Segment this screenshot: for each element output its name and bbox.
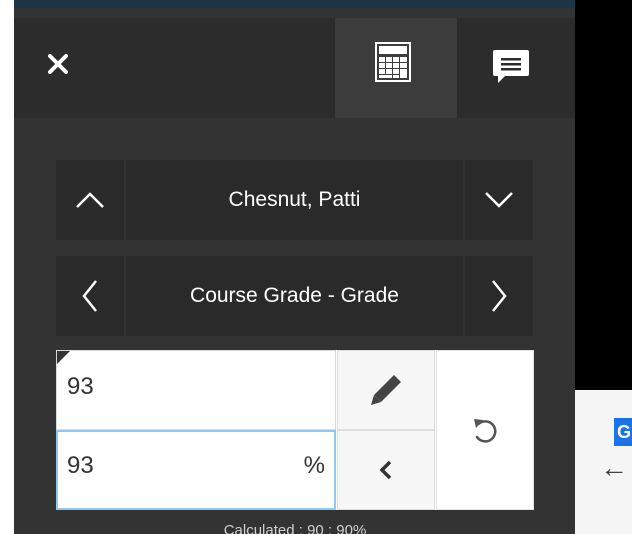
edit-grade-button[interactable] <box>337 350 435 430</box>
percent-unit: % <box>303 452 325 479</box>
close-icon <box>48 54 68 74</box>
chevron-up-icon <box>76 192 104 208</box>
reset-grade-button[interactable] <box>436 350 534 510</box>
student-navigator: Chesnut, Patti <box>56 160 533 240</box>
browser-back-arrow-icon[interactable]: ← <box>600 448 632 488</box>
comment-icon <box>493 50 529 83</box>
close-button[interactable] <box>38 44 78 84</box>
undo-icon <box>474 419 497 443</box>
student-name: Chesnut, Patti <box>126 160 463 240</box>
calculator-icon <box>375 42 411 82</box>
app-header-strip <box>14 0 575 8</box>
chevron-right-icon <box>492 280 507 312</box>
grade-item-navigator: Course Grade - Grade <box>56 256 533 336</box>
comment-button[interactable] <box>489 44 533 88</box>
previous-student-button[interactable] <box>56 160 124 240</box>
background-tab-badge[interactable]: G <box>614 418 632 446</box>
percent-input[interactable]: 93 % <box>56 430 336 510</box>
grading-panel: Chesnut, Patti Course Grade - Grade 93 9… <box>14 8 575 534</box>
pencil-icon <box>371 375 401 405</box>
chevron-left-icon <box>82 280 97 312</box>
chevron-left-icon <box>379 460 392 480</box>
page-margin <box>0 0 14 534</box>
grade-item-title: Course Grade - Grade <box>126 256 463 336</box>
grade-entry: 93 93 % <box>56 350 534 510</box>
collapse-button[interactable] <box>337 430 435 510</box>
next-student-button[interactable] <box>465 160 533 240</box>
percent-value: 93 <box>67 452 94 479</box>
calculated-grade-text: Calculated : 90 : 90% <box>223 522 367 534</box>
calculator-button[interactable] <box>371 40 415 84</box>
previous-item-button[interactable] <box>56 256 124 336</box>
override-flag-icon <box>57 351 70 364</box>
chevron-down-icon <box>485 192 513 208</box>
score-input[interactable]: 93 <box>56 350 336 430</box>
score-value: 93 <box>67 373 94 400</box>
next-item-button[interactable] <box>465 256 533 336</box>
background-dark-area <box>575 0 632 390</box>
screen: G ← Chesnut, Patti Course Grade - Grade … <box>0 0 632 534</box>
